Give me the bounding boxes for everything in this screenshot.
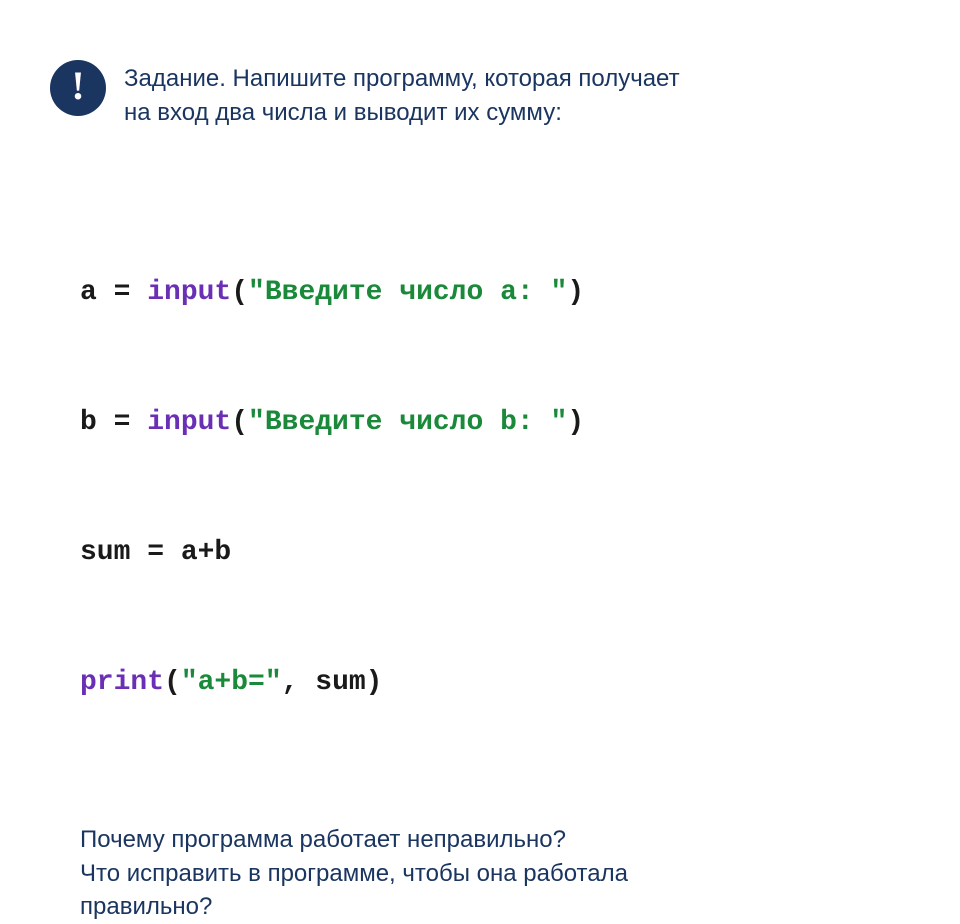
string-literal: "Введите число a: " bbox=[248, 277, 567, 308]
keyword-input: input bbox=[147, 277, 231, 308]
code-text: ) bbox=[366, 667, 383, 698]
code-line-2: b = input("Введите число b: ") bbox=[80, 401, 910, 444]
code-line-4: print("a+b=", sum) bbox=[80, 661, 910, 704]
exclamation-mark: ! bbox=[71, 66, 84, 106]
code-block: a = input("Введите число a: ") b = input… bbox=[80, 184, 910, 748]
code-text: ) bbox=[567, 407, 584, 438]
code-line-3: sum = a+b bbox=[80, 531, 910, 574]
question-1: Почему программа работает неправильно? bbox=[80, 823, 910, 857]
code-text: ) bbox=[567, 277, 584, 308]
task-header: ! Задание. Напишите программу, которая п… bbox=[50, 60, 910, 129]
task-line2: на вход два числа и выводит их сумму: bbox=[124, 96, 680, 130]
task-line1: Задание. Напишите программу, которая пол… bbox=[124, 62, 680, 96]
code-text: b = bbox=[80, 407, 147, 438]
keyword-input: input bbox=[147, 407, 231, 438]
exclamation-icon: ! bbox=[50, 60, 106, 116]
question-2-line2: правильно? bbox=[80, 890, 910, 924]
string-literal: "a+b=" bbox=[181, 667, 282, 698]
code-text: ( bbox=[231, 407, 248, 438]
code-text: , sum bbox=[282, 667, 366, 698]
code-text: ( bbox=[231, 277, 248, 308]
code-text: sum = a+b bbox=[80, 537, 231, 568]
keyword-print: print bbox=[80, 667, 164, 698]
question-2-line1: Что исправить в программе, чтобы она раб… bbox=[80, 857, 910, 891]
code-text: a = bbox=[80, 277, 147, 308]
code-text: ( bbox=[164, 667, 181, 698]
string-literal: "Введите число b: " bbox=[248, 407, 567, 438]
task-description: Задание. Напишите программу, которая пол… bbox=[124, 60, 680, 129]
code-line-1: a = input("Введите число a: ") bbox=[80, 271, 910, 314]
questions-block: Почему программа работает неправильно? Ч… bbox=[80, 823, 910, 924]
